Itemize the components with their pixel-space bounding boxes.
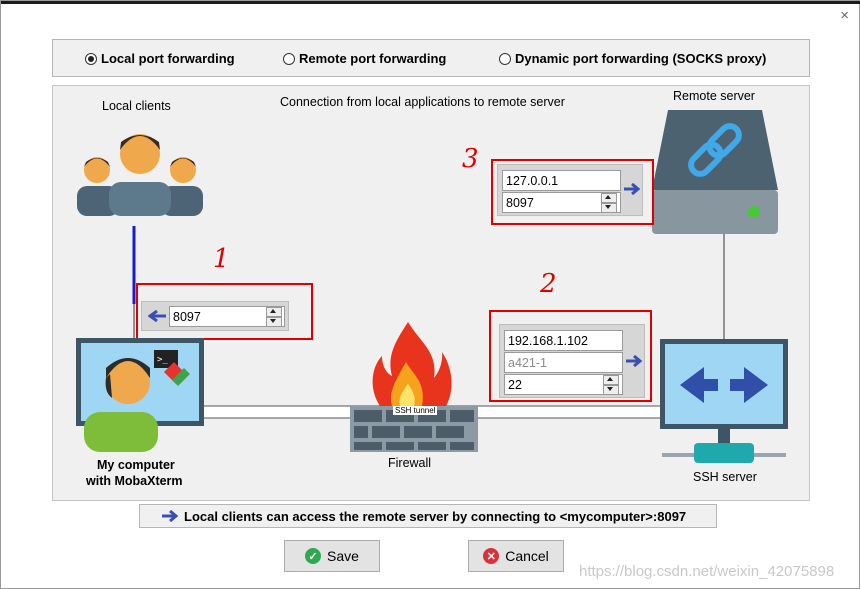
info-text: Local clients can access the remote serv… xyxy=(184,508,687,524)
close-icon[interactable]: × xyxy=(840,7,849,24)
radio-dynamic-label: Dynamic port forwarding (SOCKS proxy) xyxy=(515,51,767,66)
annotation-box-3 xyxy=(491,159,654,225)
remote-server-icon xyxy=(652,110,778,234)
watermark: https://blog.csdn.net/weixin_42075898 xyxy=(579,563,835,580)
info-bar: Local clients can access the remote serv… xyxy=(139,504,717,528)
remote-server-label: Remote server xyxy=(673,89,755,103)
forwarding-mode-bar: Local port forwarding Remote port forwar… xyxy=(52,39,810,77)
annotation-number-3: 3 xyxy=(462,144,479,174)
title-strip xyxy=(1,1,860,4)
arrow-right-icon xyxy=(162,510,179,522)
radio-local-forwarding[interactable]: Local port forwarding xyxy=(85,51,235,66)
cancel-icon: ✕ xyxy=(483,548,500,564)
svg-text:>_: >_ xyxy=(157,355,168,365)
ssh-server-label: SSH server xyxy=(693,470,757,484)
connection-label: Connection from local applications to re… xyxy=(280,95,565,109)
save-button[interactable]: ✓ Save xyxy=(284,540,380,572)
local-clients-label: Local clients xyxy=(102,99,171,113)
port-forwarding-dialog: × Local port forwarding Remote port forw… xyxy=(0,0,860,589)
firewall-icon xyxy=(350,322,478,452)
radio-selected-icon[interactable] xyxy=(85,52,97,65)
firewall-label: Firewall xyxy=(388,456,432,470)
radio-local-label: Local port forwarding xyxy=(101,51,235,66)
my-computer-sublabel: with MobaXterm xyxy=(86,474,183,488)
annotation-number-1: 1 xyxy=(213,244,230,274)
cancel-button[interactable]: ✕ Cancel xyxy=(468,540,564,572)
annotation-number-2: 2 xyxy=(540,269,557,299)
radio-remote-forwarding[interactable]: Remote port forwarding xyxy=(283,51,446,66)
my-computer-icon: >_ xyxy=(76,338,204,452)
radio-unselected-icon[interactable] xyxy=(283,52,295,65)
radio-remote-label: Remote port forwarding xyxy=(299,51,447,66)
cancel-label: Cancel xyxy=(505,548,549,564)
ssh-server-icon xyxy=(660,339,788,463)
save-label: Save xyxy=(327,548,359,564)
forwarding-diagram: Local clients Connection from local appl… xyxy=(52,85,810,501)
radio-unselected-icon[interactable] xyxy=(499,52,511,65)
radio-dynamic-forwarding[interactable]: Dynamic port forwarding (SOCKS proxy) xyxy=(499,51,766,66)
checkmark-icon: ✓ xyxy=(305,548,322,564)
annotation-box-1 xyxy=(136,283,313,340)
ssh-tunnel-label: SSH tunnel xyxy=(393,406,438,415)
my-computer-label: My computer xyxy=(97,458,175,472)
annotation-box-2 xyxy=(489,310,652,402)
local-clients-icon xyxy=(77,134,203,216)
